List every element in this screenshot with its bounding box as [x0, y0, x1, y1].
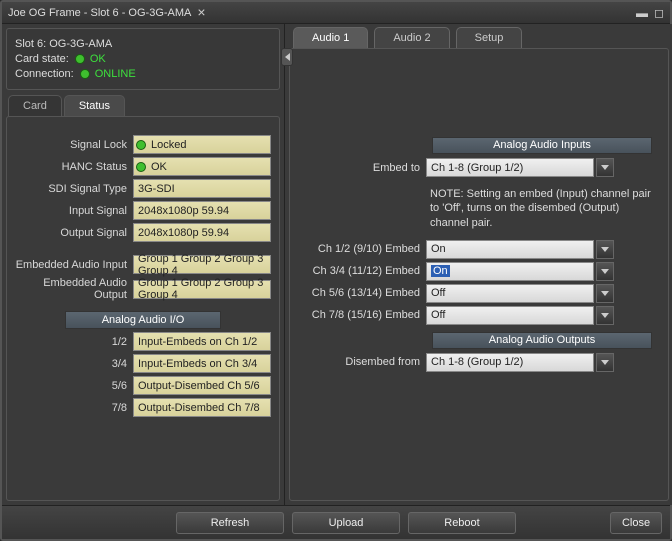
emb-in-label: Embedded Audio Input [15, 259, 133, 271]
close-button[interactable]: Close [610, 512, 662, 534]
left-panel: Slot 6: OG-3G-AMA Card state: OK Connect… [2, 24, 285, 505]
ch34-embed-select[interactable]: On [426, 262, 594, 281]
ch34-label: 3/4 [15, 358, 133, 370]
left-tabs: Card Status [2, 94, 284, 116]
ch56-field: Output-Disembed Ch 5/6 [133, 376, 271, 395]
ch78-embed-label: Ch 7/8 (15/16) Embed [306, 309, 426, 321]
emb-out-label: Embedded Audio Output [15, 277, 133, 301]
chevron-down-icon[interactable] [596, 353, 614, 372]
analog-inputs-header: Analog Audio Inputs [432, 137, 652, 154]
input-signal-field: 2048x1080p 59.94 [133, 201, 271, 220]
output-signal-label: Output Signal [15, 227, 133, 239]
ch78-embed-select[interactable]: Off [426, 306, 594, 325]
slot-label: Slot 6: OG-3G-AMA [15, 38, 112, 50]
tab-setup[interactable]: Setup [456, 27, 523, 48]
minimize-icon[interactable]: ▬ [636, 6, 648, 20]
sdi-label: SDI Signal Type [15, 183, 133, 195]
tab-card[interactable]: Card [8, 95, 62, 116]
tab-close-icon[interactable]: × [197, 6, 211, 20]
disembed-from-select[interactable]: Ch 1-8 (Group 1/2) [426, 353, 594, 372]
embed-note: NOTE: Setting an embed (Input) channel p… [430, 187, 652, 230]
tab-status[interactable]: Status [64, 95, 125, 116]
main-window: Joe OG Frame - Slot 6 - OG-3G-AMA × ▬ ◻ … [0, 0, 672, 541]
ch56-embed-select[interactable]: Off [426, 284, 594, 303]
card-state-label: Card state: [15, 53, 69, 65]
chevron-down-icon[interactable] [596, 306, 614, 325]
status-dot-icon [136, 140, 146, 150]
sdi-field: 3G-SDI [133, 179, 271, 198]
maximize-icon[interactable]: ◻ [654, 6, 664, 20]
tab-audio1[interactable]: Audio 1 [293, 27, 368, 48]
connection-label: Connection: [15, 68, 74, 80]
embed-to-label: Embed to [306, 162, 426, 174]
ch12-field: Input-Embeds on Ch 1/2 [133, 332, 271, 351]
ch12-label: 1/2 [15, 336, 133, 348]
disembed-from-label: Disembed from [306, 356, 426, 368]
output-signal-field: 2048x1080p 59.94 [133, 223, 271, 242]
ch78-field: Output-Disembed Ch 7/8 [133, 398, 271, 417]
ch12-embed-label: Ch 1/2 (9/10) Embed [306, 243, 426, 255]
ch78-label: 7/8 [15, 402, 133, 414]
status-panel: Signal Lock Locked HANC Status OK SDI Si… [6, 116, 280, 501]
footer: Refresh Upload Reboot Close [2, 505, 670, 539]
status-dot-icon [136, 162, 146, 172]
status-dot-icon [80, 69, 90, 79]
upload-button[interactable]: Upload [292, 512, 400, 534]
card-state-value: OK [90, 53, 106, 65]
hanc-label: HANC Status [15, 161, 133, 173]
ch34-field: Input-Embeds on Ch 3/4 [133, 354, 271, 373]
ch56-embed-label: Ch 5/6 (13/14) Embed [306, 287, 426, 299]
embed-to-select[interactable]: Ch 1-8 (Group 1/2) [426, 158, 594, 177]
panel-collapse-icon[interactable] [281, 48, 293, 66]
reboot-button[interactable]: Reboot [408, 512, 516, 534]
ch12-embed-select[interactable]: On [426, 240, 594, 259]
right-panel: Audio 1 Audio 2 Setup Analog Audio Input… [285, 24, 672, 505]
card-info-box: Slot 6: OG-3G-AMA Card state: OK Connect… [6, 28, 280, 90]
connection-value: ONLINE [95, 68, 136, 80]
tab-audio2[interactable]: Audio 2 [374, 27, 449, 48]
analog-io-header: Analog Audio I/O [65, 311, 221, 329]
emb-out-field: Group 1 Group 2 Group 3 Group 4 [133, 280, 271, 299]
signal-lock-field: Locked [133, 135, 271, 154]
window-title: Joe OG Frame - Slot 6 - OG-3G-AMA [8, 7, 191, 19]
input-signal-label: Input Signal [15, 205, 133, 217]
chevron-down-icon[interactable] [596, 240, 614, 259]
titlebar: Joe OG Frame - Slot 6 - OG-3G-AMA × ▬ ◻ [2, 2, 670, 24]
refresh-button[interactable]: Refresh [176, 512, 284, 534]
ch34-embed-label: Ch 3/4 (11/12) Embed [306, 265, 426, 277]
audio1-panel: Analog Audio Inputs Embed to Ch 1-8 (Gro… [289, 48, 669, 501]
analog-outputs-header: Analog Audio Outputs [432, 332, 652, 349]
status-dot-icon [75, 54, 85, 64]
hanc-field: OK [133, 157, 271, 176]
content-area: Slot 6: OG-3G-AMA Card state: OK Connect… [2, 24, 672, 505]
chevron-down-icon[interactable] [596, 262, 614, 281]
ch56-label: 5/6 [15, 380, 133, 392]
emb-in-field: Group 1 Group 2 Group 3 Group 4 [133, 255, 271, 274]
right-tabs: Audio 1 Audio 2 Setup [285, 24, 672, 48]
chevron-down-icon[interactable] [596, 158, 614, 177]
signal-lock-label: Signal Lock [15, 139, 133, 151]
chevron-down-icon[interactable] [596, 284, 614, 303]
